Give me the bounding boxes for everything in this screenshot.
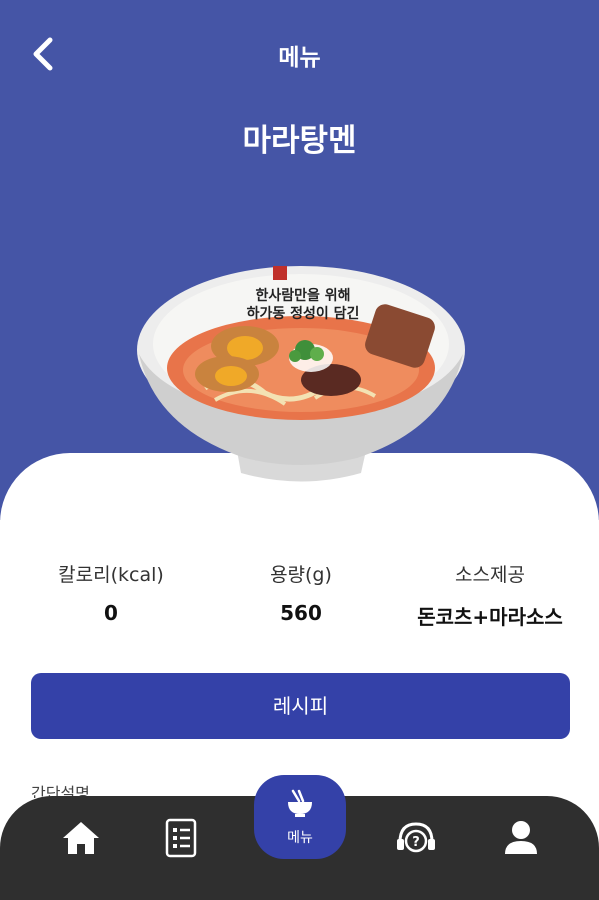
svg-text:하가동 정성이 담긴: 하가동 정성이 담긴 <box>247 305 360 322</box>
calories-label: 칼로리(kcal) <box>58 564 164 586</box>
svg-text:한사람만을 위해: 한사람만을 위해 <box>255 288 350 304</box>
nav-user[interactable] <box>499 816 543 860</box>
svg-text:?: ? <box>412 835 420 850</box>
user-icon <box>505 821 537 854</box>
header-title: 메뉴 <box>278 45 321 71</box>
sauce-label: 소스제공 <box>455 564 525 586</box>
ramen-bowl-icon <box>288 789 312 817</box>
nav-home[interactable] <box>59 816 103 860</box>
nav-list[interactable] <box>160 816 204 860</box>
stat-calories: 칼로리(kcal) 0 <box>40 560 182 625</box>
home-icon <box>63 822 99 854</box>
list-icon <box>165 818 197 858</box>
dish-title: 마라탕멘 <box>242 123 357 159</box>
stat-volume: 용량(g) 560 <box>231 560 371 625</box>
nav-menu[interactable]: 메뉴 <box>254 775 346 859</box>
recipe-button[interactable]: 레시피 <box>31 673 570 739</box>
nav-help[interactable]: ? <box>394 816 438 860</box>
calories-value: 0 <box>104 601 118 625</box>
help-headset-icon: ? <box>397 822 435 853</box>
stat-sauce: 소스제공 돈코츠+마라소스 <box>395 560 585 630</box>
volume-label: 용량(g) <box>270 564 332 586</box>
nav-menu-label: 메뉴 <box>287 830 313 846</box>
volume-value: 560 <box>280 601 322 625</box>
dish-image: 한사람만을 위해 하가동 정성이 담긴 <box>137 266 465 482</box>
sauce-value: 돈코츠+마라소스 <box>417 605 563 629</box>
